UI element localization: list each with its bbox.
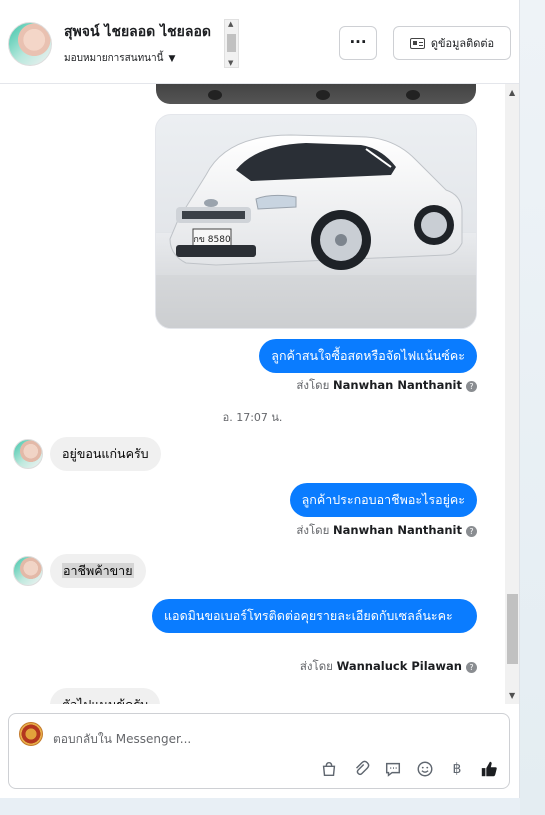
sent-by-label: ส่งโดย Nanwhan Nanthanit? — [296, 522, 477, 540]
caret-down-icon: ▼ — [168, 54, 176, 64]
car-image-attachment[interactable]: กข 8580 — [155, 114, 477, 329]
outgoing-message[interactable]: แอดมินขอเบอร์โทรติดต่อคุยรายละเอียดกับเซ… — [152, 599, 477, 633]
page-background-strip — [520, 0, 545, 815]
scroll-up-arrow-icon[interactable]: ▲ — [509, 88, 515, 97]
assign-conversation-dropdown[interactable]: มอบหมายการสนทนานี้ ▼ — [64, 51, 175, 66]
info-icon[interactable]: ? — [466, 662, 477, 673]
sent-by-label: ส่งโดย Nanwhan Nanthanit? — [296, 377, 477, 395]
view-contact-info-label: ดูข้อมูลติดต่อ — [430, 37, 495, 50]
thumbs-up-icon[interactable] — [479, 759, 499, 779]
view-contact-info-button[interactable]: ดูข้อมูลติดต่อ — [393, 26, 511, 60]
contact-avatar[interactable] — [8, 22, 52, 66]
incoming-message[interactable]: ตัวไปแนนข้ครับ — [50, 688, 161, 704]
sent-by-label: ส่งโดย Wannaluck Pilawan? — [300, 658, 477, 676]
contact-mini-avatar — [13, 556, 43, 586]
incoming-message[interactable]: อยู่ขอนแก่นครับ — [50, 437, 161, 471]
contact-name[interactable]: สุพจน์ ไชยลอด ไชยลอด — [64, 21, 226, 43]
sender-name: Wannaluck Pilawan — [336, 659, 462, 673]
incoming-message-text: อาชีพค้าขาย — [62, 563, 134, 578]
shopping-bag-icon[interactable] — [319, 759, 339, 779]
contact-mini-avatar — [13, 439, 43, 469]
sent-by-prefix: ส่งโดย — [296, 378, 330, 392]
outgoing-message[interactable]: ลูกค้าประกอบอาชีพอะไรอยู่คะ — [289, 483, 477, 517]
scroll-down-arrow-icon[interactable]: ▼ — [228, 59, 233, 67]
license-plate: กข 8580 — [193, 235, 231, 245]
id-card-icon — [409, 37, 425, 49]
thread-scrollbar[interactable]: ▲ ▼ — [505, 84, 519, 704]
sent-by-prefix: ส่งโดย — [296, 523, 330, 537]
info-icon[interactable]: ? — [466, 381, 477, 392]
paperclip-icon[interactable] — [351, 759, 371, 779]
assign-label: มอบหมายการสนทนานี้ — [64, 53, 164, 64]
scroll-up-arrow-icon[interactable]: ▲ — [228, 20, 233, 28]
message-thread[interactable]: กข 8580 ลูกค้าสนใจซื้อสดหรือจัดไฟแน้นซ์ค… — [0, 84, 505, 704]
conversation-panel: สุพจน์ ไชยลอด ไชยลอด มอบหมายการสนทนานี้ ▼… — [0, 0, 520, 798]
incoming-message[interactable]: อาชีพค้าขาย — [50, 554, 146, 588]
scrollbar-thumb[interactable] — [507, 594, 518, 664]
baht-icon[interactable]: ฿ — [447, 759, 467, 779]
previous-image-attachment[interactable] — [156, 84, 476, 104]
conversation-header: สุพจน์ ไชยลอด ไชยลอด มอบหมายการสนทนานี้ ▼… — [0, 0, 519, 84]
composer-toolbar: ฿ — [319, 759, 499, 779]
reply-composer[interactable]: ตอบกลับใน Messenger... ฿ — [8, 713, 510, 789]
page-avatar — [19, 722, 43, 746]
outgoing-message[interactable]: ลูกค้าสนใจซื้อสดหรือจัดไฟแน้นซ์คะ — [259, 339, 477, 373]
info-icon[interactable]: ? — [466, 526, 477, 537]
header-scrollbar[interactable]: ▲ ▼ — [224, 19, 239, 68]
saved-reply-icon[interactable] — [383, 759, 403, 779]
emoji-icon[interactable] — [415, 759, 435, 779]
scroll-down-arrow-icon[interactable]: ▼ — [509, 691, 515, 700]
more-options-button[interactable]: ··· — [339, 26, 377, 60]
sender-name: Nanwhan Nanthanit — [333, 378, 462, 392]
scrollbar-thumb[interactable] — [227, 34, 236, 52]
sender-name: Nanwhan Nanthanit — [333, 523, 462, 537]
sent-by-prefix: ส่งโดย — [299, 659, 333, 673]
message-timestamp: อ. 17:07 น. — [222, 411, 283, 424]
reply-input[interactable]: ตอบกลับใน Messenger... — [53, 730, 191, 749]
